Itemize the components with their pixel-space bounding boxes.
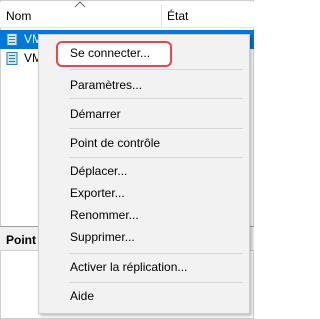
menu-item-label: Démarrer <box>70 107 121 121</box>
column-header-name[interactable]: Nom <box>6 9 31 23</box>
menu-separator <box>69 157 243 158</box>
virtual-machine-icon <box>6 33 18 46</box>
menu-separator <box>69 69 243 70</box>
virtual-machine-icon <box>6 52 18 65</box>
menu-item-rename[interactable]: Renommer... <box>39 204 249 226</box>
menu-separator <box>69 253 243 254</box>
context-menu: Se connecter... Paramètres... Démarrer P… <box>38 34 250 314</box>
list-header: Nom État <box>0 1 254 28</box>
menu-item-settings[interactable]: Paramètres... <box>39 74 249 96</box>
menu-item-enable-replication[interactable]: Activer la réplication... <box>39 256 249 278</box>
menu-item-label: Exporter... <box>70 186 125 200</box>
menu-separator <box>69 98 243 99</box>
menu-item-label: Déplacer... <box>70 164 128 178</box>
menu-item-export[interactable]: Exporter... <box>39 182 249 204</box>
menu-item-start[interactable]: Démarrer <box>39 103 249 125</box>
column-divider[interactable] <box>161 4 162 27</box>
menu-item-label: Se connecter... <box>70 46 151 60</box>
menu-item-label: Renommer... <box>70 208 139 222</box>
menu-item-checkpoint[interactable]: Point de contrôle <box>39 132 249 154</box>
menu-item-label: Supprimer... <box>70 230 135 244</box>
panel-title: Point <box>6 233 36 247</box>
menu-item-label: Point de contrôle <box>70 136 161 150</box>
menu-separator <box>69 128 243 129</box>
menu-item-move[interactable]: Déplacer... <box>39 160 249 182</box>
menu-item-label: Paramètres... <box>70 78 143 92</box>
column-header-state[interactable]: État <box>167 9 188 23</box>
menu-item-delete[interactable]: Supprimer... <box>39 226 249 248</box>
menu-item-label: Activer la réplication... <box>70 260 188 274</box>
menu-item-label: Aide <box>70 289 95 303</box>
menu-separator <box>69 282 243 283</box>
menu-item-help[interactable]: Aide <box>39 285 249 307</box>
sort-ascending-icon <box>74 1 86 8</box>
menu-item-connect-highlighted[interactable]: Se connecter... <box>39 42 169 64</box>
